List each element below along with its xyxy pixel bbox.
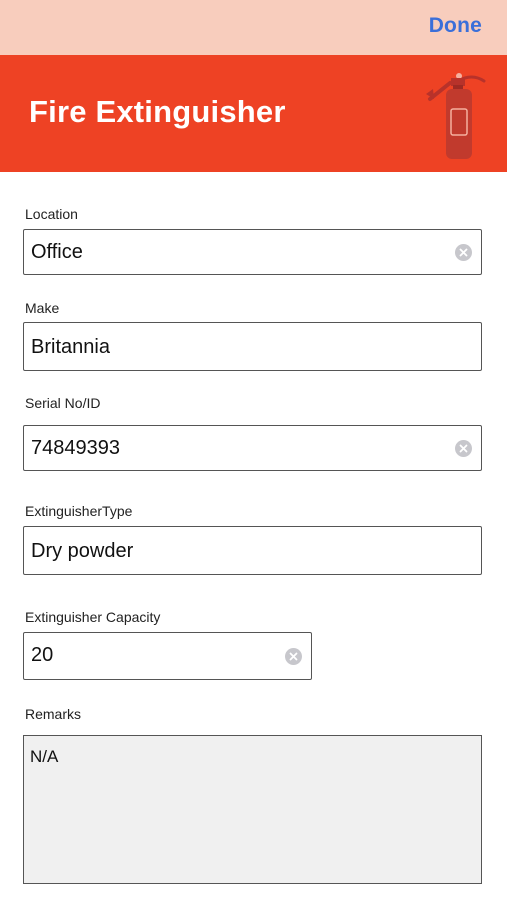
location-label: Location bbox=[25, 206, 78, 222]
fire-extinguisher-icon bbox=[420, 69, 490, 161]
page-title: Fire Extinguisher bbox=[29, 94, 286, 129]
serial-field[interactable]: 74849393 bbox=[23, 425, 482, 471]
done-button[interactable]: Done bbox=[429, 14, 482, 38]
make-value: Britannia bbox=[31, 336, 110, 358]
capacity-label: Extinguisher Capacity bbox=[25, 609, 161, 625]
serial-label: Serial No/ID bbox=[25, 395, 101, 411]
serial-value: 74849393 bbox=[31, 437, 120, 459]
remarks-textarea[interactable]: N/A bbox=[23, 735, 482, 884]
location-field[interactable]: Office bbox=[23, 229, 482, 275]
clear-icon[interactable] bbox=[285, 648, 302, 665]
make-label: Make bbox=[25, 300, 60, 316]
page-header: Fire Extinguisher bbox=[0, 55, 507, 172]
type-field[interactable]: Dry powder bbox=[23, 526, 482, 575]
make-field[interactable]: Britannia bbox=[23, 322, 482, 371]
capacity-value: 20 bbox=[31, 644, 54, 666]
type-value: Dry powder bbox=[31, 540, 134, 562]
location-value: Office bbox=[31, 241, 83, 263]
clear-icon[interactable] bbox=[455, 440, 472, 457]
remarks-label: Remarks bbox=[25, 706, 82, 722]
capacity-field[interactable]: 20 bbox=[23, 632, 312, 680]
clear-icon[interactable] bbox=[455, 244, 472, 261]
remarks-value: N/A bbox=[30, 747, 59, 766]
type-label: ExtinguisherType bbox=[25, 503, 133, 519]
top-bar: Done bbox=[0, 0, 507, 55]
